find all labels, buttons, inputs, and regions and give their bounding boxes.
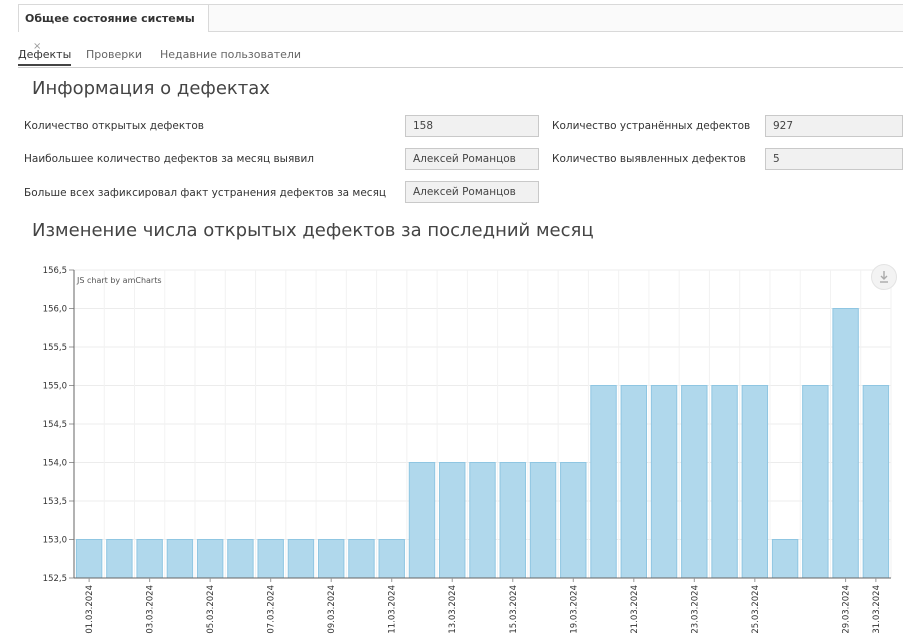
chart-bar (348, 539, 375, 579)
chart-bar (408, 462, 436, 579)
document-tab-bar: Общее состояние системы × (18, 4, 903, 52)
open-defects-chart: 152,5 153,0 153,5 154,0 154,5 155,0 155,5 156,0… (43, 266, 892, 634)
open-defects-label: Количество открытых дефектов (24, 120, 204, 132)
chart-bar (862, 385, 890, 579)
chart-bar (166, 539, 194, 579)
x-tick-label: 01.03.2024 (85, 585, 95, 634)
tab-recent-users[interactable]: Недавние пользователи (160, 48, 301, 61)
open-defects-field[interactable]: 158 (405, 115, 539, 137)
x-tick-label: 03.03.2024 (146, 585, 156, 634)
fixed-defects-field[interactable]: 927 (765, 115, 903, 137)
y-tick-label: 152,5 (43, 574, 67, 584)
x-tick-label: 11.03.2024 (388, 585, 398, 634)
top-fixer-field[interactable]: Алексей Романцов (405, 181, 539, 203)
chart-bar (529, 462, 557, 579)
x-tick-label: 15.03.2024 (509, 585, 519, 634)
chart-bar (469, 462, 496, 579)
chart-bar (257, 539, 284, 579)
x-tick-label: 19.03.2024 (569, 585, 579, 634)
chart-watermark[interactable]: JS chart by amCharts (77, 276, 162, 285)
download-icon (880, 271, 888, 283)
x-tick-label: 09.03.2024 (327, 585, 337, 634)
y-tick-label: 153,0 (43, 536, 67, 546)
chart-bar (650, 385, 678, 579)
document-tab-title: Общее состояние системы (25, 12, 195, 25)
chart-bar (560, 462, 587, 579)
chart-bar (590, 385, 617, 579)
chart-bar (439, 462, 466, 579)
chart-bar (227, 539, 254, 579)
x-tick-label: 13.03.2024 (448, 585, 458, 634)
x-tick-label: 05.03.2024 (206, 585, 216, 634)
y-tick-label: 156,5 (43, 266, 67, 276)
y-tick-label: 155,5 (43, 343, 67, 353)
found-defects-label: Количество выявленных дефектов (552, 153, 746, 165)
top-fixer-label: Больше всех зафиксировал факт устранения… (24, 187, 387, 199)
x-tick-label: 31.03.2024 (872, 585, 882, 634)
chart-bar (106, 539, 133, 579)
x-tick-label: 25.03.2024 (751, 585, 761, 634)
top-reporter-label: Наибольшее количество дефектов за месяц … (24, 153, 315, 165)
y-tick-label: 154,5 (43, 420, 67, 430)
chart-bar (75, 539, 103, 579)
chart-bar (499, 462, 526, 579)
y-tick-label: 156,0 (43, 305, 67, 315)
chart-bar (741, 385, 769, 579)
x-tick-label: 29.03.2024 (842, 585, 852, 634)
x-tick-label: 23.03.2024 (690, 585, 700, 634)
tab-defects[interactable]: Дефекты (18, 48, 72, 66)
chart-bar (620, 385, 648, 579)
chart-bar (287, 539, 315, 579)
found-defects-field[interactable]: 5 (765, 148, 903, 170)
top-reporter-field[interactable]: Алексей Романцов (405, 148, 539, 170)
chart-bar (681, 385, 708, 579)
chart-bar (771, 539, 799, 579)
y-tick-label: 154,0 (43, 459, 67, 469)
y-tick-label: 155,0 (43, 382, 67, 392)
chart-section-title: Изменение числа открытых дефектов за пос… (32, 220, 594, 241)
chart-bar (378, 539, 405, 579)
chart-bar (317, 539, 345, 579)
chart-bar (711, 385, 738, 579)
y-tick-label: 153,5 (43, 497, 67, 507)
x-tick-label: 21.03.2024 (630, 585, 640, 634)
chart-bar (136, 539, 163, 579)
chart-bar (802, 385, 829, 579)
tab-checks[interactable]: Проверки (86, 48, 142, 61)
fixed-defects-label: Количество устранённых дефектов (552, 120, 751, 132)
download-button[interactable] (871, 264, 897, 290)
subtab-bar: Дефекты Проверки Недавние пользователи (18, 46, 903, 68)
chart-bar (832, 308, 859, 579)
defects-section-title: Информация о дефектах (32, 78, 270, 99)
chart-bar (196, 539, 224, 579)
document-tab[interactable]: Общее состояние системы × (19, 5, 209, 52)
x-tick-label: 07.03.2024 (267, 585, 277, 634)
